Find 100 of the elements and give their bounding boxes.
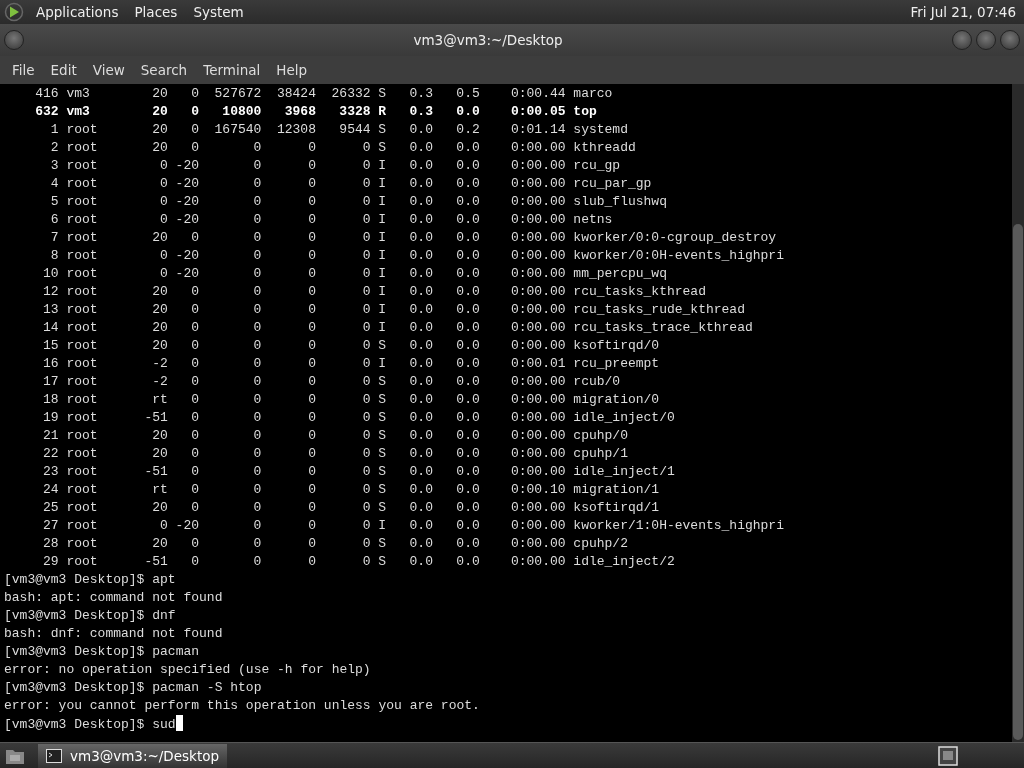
- process-cell: R: [378, 103, 387, 121]
- process-cell-text: 26332: [330, 85, 371, 103]
- process-cell-text: 0.0: [408, 391, 433, 409]
- menu-item[interactable]: Terminal: [195, 56, 269, 84]
- workspace-switcher-icon[interactable]: [938, 745, 958, 766]
- process-cell: -20: [175, 175, 199, 193]
- process-cell-text: 0: [307, 139, 316, 157]
- process-cell-text: 0.0: [455, 301, 480, 319]
- process-cell-text: root: [66, 229, 99, 247]
- process-cell: S: [378, 553, 387, 571]
- process-cell-text: 0: [361, 481, 371, 499]
- process-command: cpuhp/2: [573, 535, 629, 553]
- process-cell-text: 0: [307, 427, 316, 445]
- process-cell-text: 0: [361, 283, 371, 301]
- process-cell-text: 0:00.00: [509, 229, 566, 247]
- minimize-button[interactable]: [952, 30, 972, 50]
- process-cell-text: 0: [190, 373, 199, 391]
- terminal-line: error: no operation specified (use -h for help): [4, 662, 371, 677]
- taskbar-button[interactable]: vm3@vm3:~/Desktop: [38, 744, 228, 768]
- process-cell-text: 0.0: [455, 139, 480, 157]
- menu-item[interactable]: Search: [132, 56, 196, 84]
- process-cell-text: 0: [307, 247, 316, 265]
- process-cell-text: root: [66, 193, 99, 211]
- scrollbar[interactable]: [1012, 84, 1024, 742]
- process-cell-text: 0: [361, 391, 371, 409]
- panel-menu[interactable]: Applications: [32, 0, 123, 24]
- menu-logo-icon[interactable]: [4, 2, 24, 22]
- process-cell-text: 0: [307, 499, 316, 517]
- process-cell-text: 0: [190, 445, 199, 463]
- process-cell-text: 20: [151, 319, 168, 337]
- process-cell: I: [378, 175, 387, 193]
- menu-item[interactable]: Edit: [42, 56, 85, 84]
- process-cell-text: 20: [151, 499, 168, 517]
- process-cell-text: root: [66, 427, 99, 445]
- process-cell-text: 0: [361, 517, 371, 535]
- process-cell-text: root: [66, 211, 99, 229]
- process-cell-text: 0:00.00: [509, 409, 566, 427]
- panel-menu[interactable]: Places: [130, 0, 182, 24]
- process-cell-text: 0.0: [455, 409, 480, 427]
- command-prompt[interactable]: [vm3@vm3 Desktop]$ sud: [4, 717, 176, 732]
- process-cell-text: 0.0: [408, 355, 433, 373]
- process-cell-text: 0: [307, 337, 316, 355]
- window-menu-button[interactable]: [4, 30, 24, 50]
- maximize-button[interactable]: [976, 30, 996, 50]
- process-cell-text: 0.0: [455, 265, 480, 283]
- process-cell-text: 0.0: [455, 373, 480, 391]
- process-cell-text: 0: [190, 85, 199, 103]
- process-cell-text: root: [66, 337, 99, 355]
- process-cell-text: 0:00.00: [509, 247, 566, 265]
- process-cell-text: 0: [252, 139, 262, 157]
- process-cell-text: 0.0: [455, 103, 480, 121]
- process-cell-text: 0:00.00: [509, 157, 566, 175]
- process-cell-text: 0:00.00: [509, 445, 566, 463]
- process-cell-text: 0.0: [408, 211, 433, 229]
- process-cell-text: 0: [361, 445, 371, 463]
- process-cell-text: 0: [361, 229, 371, 247]
- process-cell-text: 20: [151, 229, 168, 247]
- process-cell-text: 9544: [338, 121, 371, 139]
- window-title: vm3@vm3:~/Desktop: [412, 30, 564, 50]
- process-cell-text: 0.0: [455, 157, 480, 175]
- menu-item[interactable]: File: [4, 56, 43, 84]
- process-command: rcu_gp: [573, 157, 622, 175]
- terminal-line: [vm3@vm3 Desktop]$ pacman: [4, 644, 200, 659]
- process-cell-text: 0: [361, 301, 371, 319]
- process-cell: S: [378, 337, 387, 355]
- menu-item[interactable]: View: [84, 56, 133, 84]
- terminal-line: bash: dnf: command not found: [4, 626, 223, 641]
- process-cell-text: 0.0: [455, 427, 480, 445]
- process-cell: S: [378, 373, 387, 391]
- process-command: kworker/1:0H-events_highpri: [573, 517, 785, 535]
- process-cell: I: [378, 265, 387, 283]
- process-cell-text: 0: [190, 409, 199, 427]
- process-cell-text: 0: [252, 463, 262, 481]
- menu-item[interactable]: Help: [268, 56, 316, 84]
- process-cell-text: 0.0: [455, 193, 480, 211]
- process-cell-text: 0:00.00: [509, 499, 566, 517]
- process-cell: S: [378, 535, 387, 553]
- process-cell-text: 0: [158, 247, 168, 265]
- process-cell-text: 0: [307, 373, 316, 391]
- process-cell: -51: [144, 463, 168, 481]
- process-cell-text: 0: [190, 283, 199, 301]
- process-cell-text: 0: [252, 247, 262, 265]
- process-cell-text: root: [66, 157, 99, 175]
- process-cell-text: 0: [307, 175, 316, 193]
- process-command: slub_flushwq: [573, 193, 668, 211]
- process-cell-text: 0: [252, 355, 262, 373]
- process-cell-text: 0: [252, 319, 262, 337]
- process-cell-text: 0: [307, 319, 316, 337]
- process-cell-text: 0.0: [408, 409, 433, 427]
- panel-menu[interactable]: System: [189, 0, 248, 24]
- scrollbar-thumb[interactable]: [1013, 224, 1023, 740]
- process-cell-text: 0:00.00: [509, 517, 566, 535]
- clock[interactable]: Fri Jul 21, 07:46: [910, 0, 1020, 24]
- close-button[interactable]: [1000, 30, 1020, 50]
- process-cell-text: 19: [42, 409, 59, 427]
- process-cell: S: [378, 499, 387, 517]
- process-cell-text: root: [66, 445, 99, 463]
- process-command: idle_inject/0: [573, 409, 676, 427]
- process-cell-text: root: [66, 283, 99, 301]
- process-cell: S: [378, 463, 387, 481]
